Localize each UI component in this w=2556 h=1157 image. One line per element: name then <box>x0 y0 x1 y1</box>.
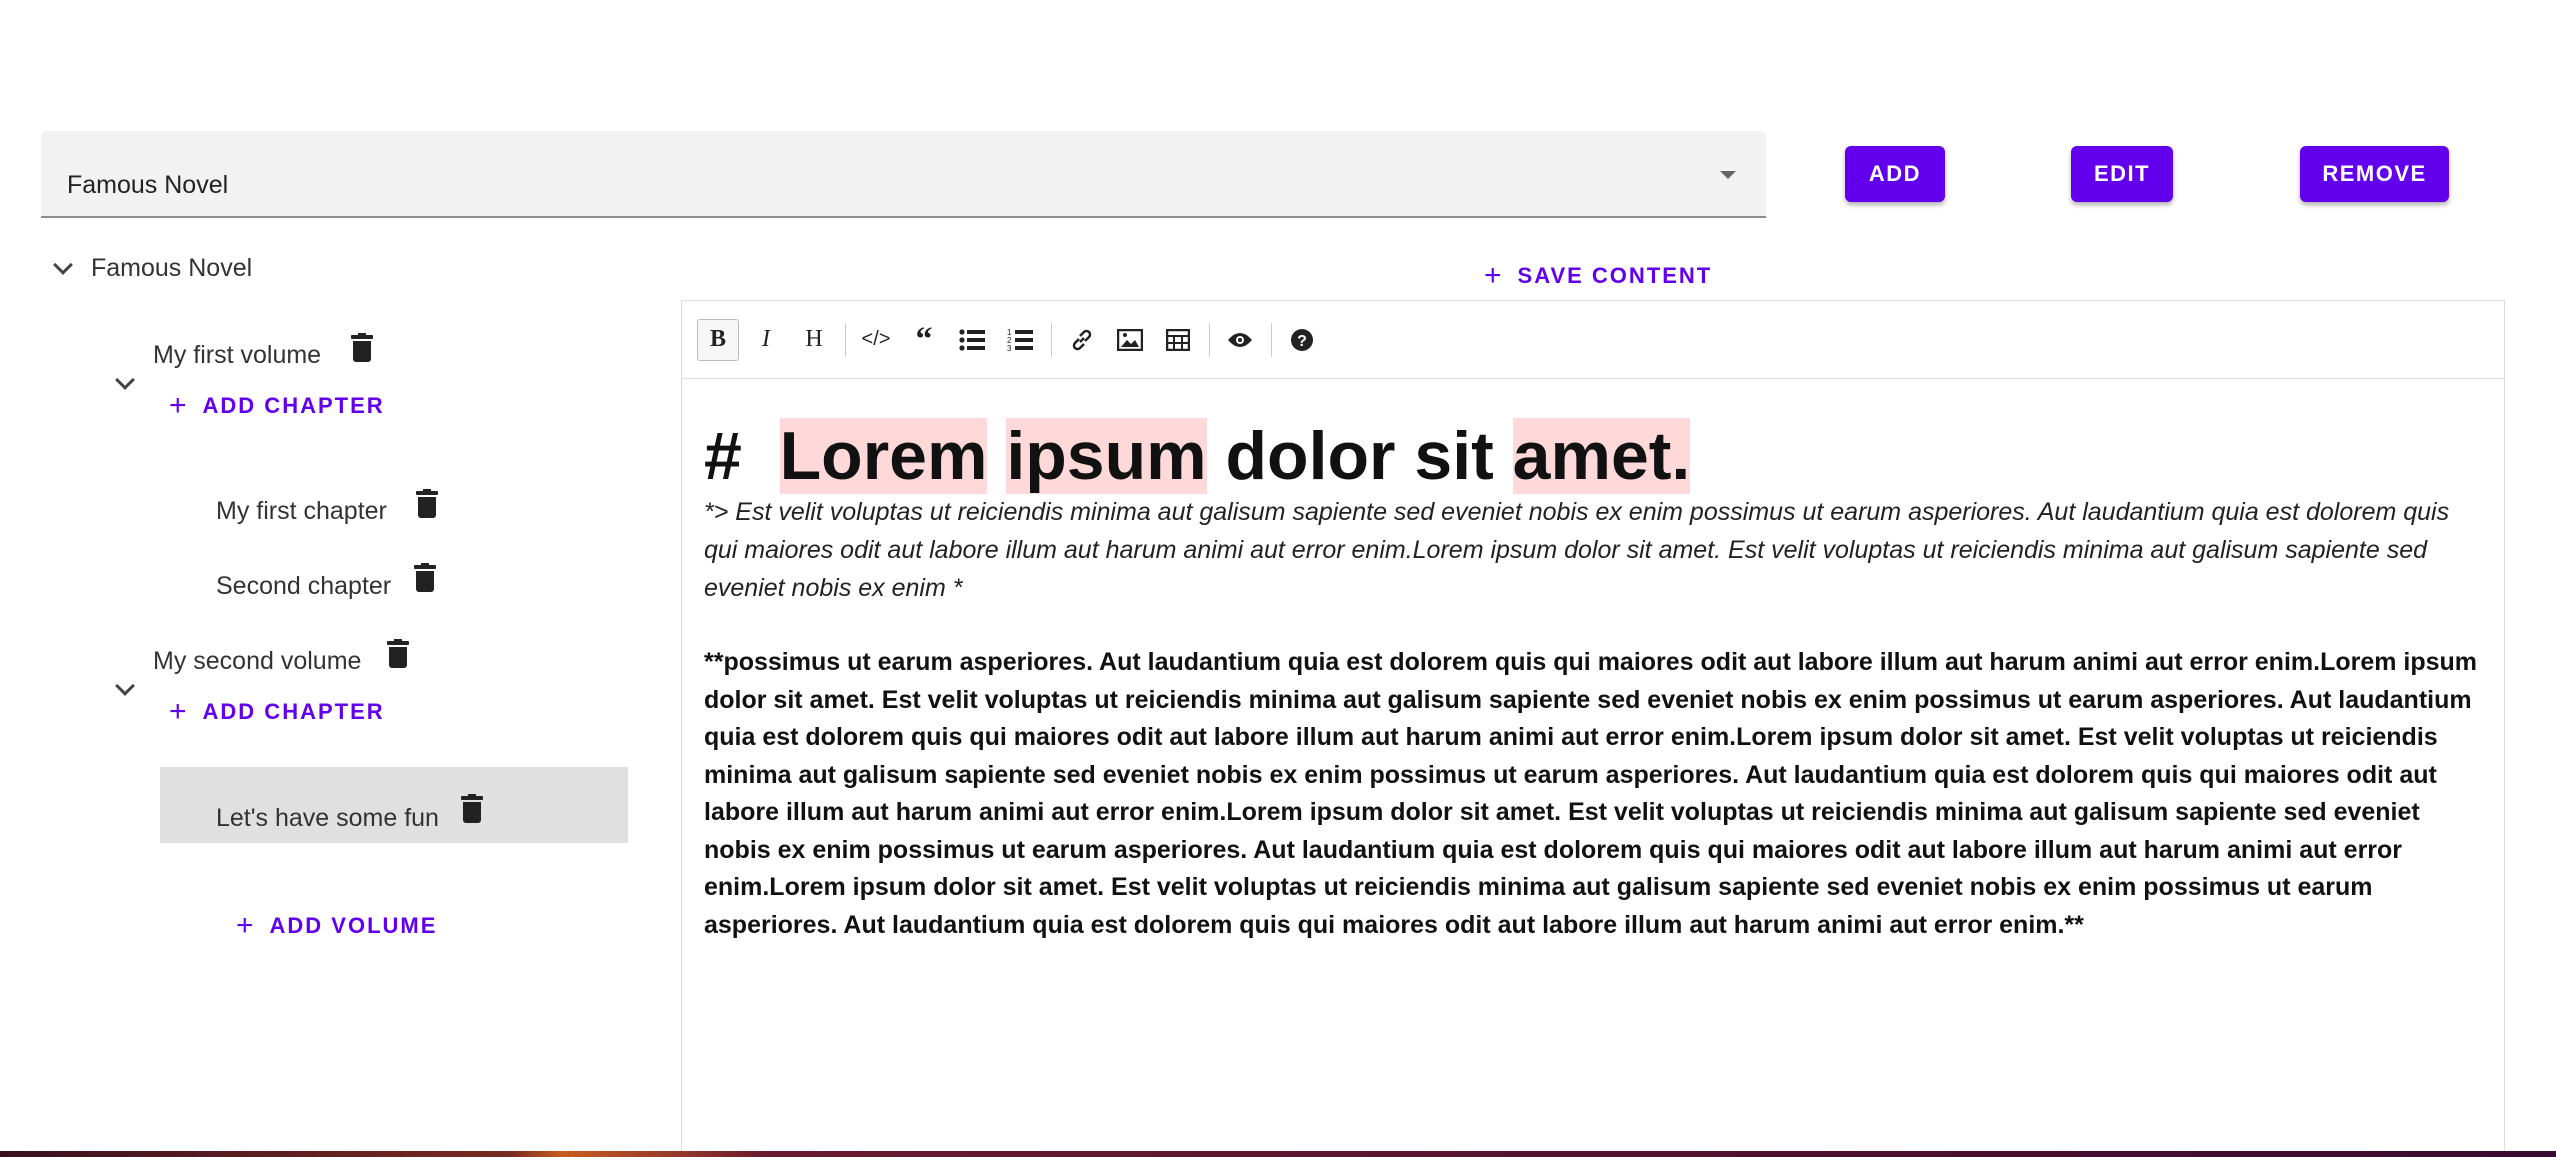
heading-icon[interactable]: H <box>793 319 835 361</box>
code-icon[interactable]: </> <box>855 319 897 361</box>
chapter-item[interactable]: Second chapter <box>216 572 391 601</box>
markdown-heading: # Lorem ipsum dolor sit amet. <box>704 411 2484 501</box>
markdown-quote: *> Est velit voluptas ut reiciendis mini… <box>704 498 2450 602</box>
toolbar-divider <box>845 322 846 357</box>
tree-root-label[interactable]: Famous Novel <box>91 254 252 283</box>
table-icon[interactable] <box>1157 319 1199 361</box>
add-button[interactable]: ADD <box>1845 146 1945 202</box>
quote-icon[interactable]: “ <box>903 319 945 361</box>
volume-title[interactable]: My first volume <box>153 341 321 370</box>
chapter-item[interactable]: My first chapter <box>216 497 387 526</box>
dropdown-arrow-icon[interactable] <box>1720 171 1736 179</box>
save-content-button[interactable]: + SAVE CONTENT <box>1484 261 1712 291</box>
plus-icon: + <box>169 389 189 422</box>
plus-icon: + <box>1484 259 1504 292</box>
add-chapter-button[interactable]: + ADD CHAPTER <box>169 391 385 421</box>
help-icon[interactable]: ? <box>1281 319 1323 361</box>
svg-text:?: ? <box>1297 333 1307 350</box>
heading-word: sit <box>1414 418 1494 494</box>
add-volume-button[interactable]: + ADD VOLUME <box>236 911 437 941</box>
heading-word: Lorem <box>779 418 988 494</box>
editor-content[interactable]: # Lorem ipsum dolor sit amet. *> Est vel… <box>704 411 2484 944</box>
save-content-label: SAVE CONTENT <box>1517 263 1713 288</box>
delete-chapter-icon[interactable] <box>461 794 483 824</box>
add-chapter-label: ADD CHAPTER <box>202 699 385 724</box>
chapter-item[interactable]: Let's have some fun <box>216 804 439 833</box>
toolbar-divider <box>1209 322 1210 357</box>
remove-button[interactable]: REMOVE <box>2300 146 2449 202</box>
novel-select-value: Famous Novel <box>67 171 229 199</box>
link-icon[interactable] <box>1061 319 1103 361</box>
chevron-down-icon[interactable] <box>115 676 135 696</box>
novel-select[interactable]: Famous Novel <box>41 131 1766 218</box>
markdown-bold-paragraph: **possimus ut earum asperiores. Aut laud… <box>704 648 2478 939</box>
taskbar-edge <box>0 1151 2556 1157</box>
edit-button[interactable]: EDIT <box>2071 146 2173 202</box>
markdown-editor[interactable]: B I H </> “ 123 ? # Lorem ipsum dolor si… <box>681 300 2505 1157</box>
toolbar-divider <box>1271 322 1272 357</box>
delete-volume-icon[interactable] <box>351 333 373 363</box>
unordered-list-icon[interactable] <box>951 319 993 361</box>
ordered-list-icon[interactable]: 123 <box>999 319 1041 361</box>
editor-toolbar: B I H </> “ 123 ? <box>682 301 2504 379</box>
add-volume-label: ADD VOLUME <box>269 913 438 938</box>
chevron-down-icon[interactable] <box>53 255 73 275</box>
add-chapter-label: ADD CHAPTER <box>202 393 385 418</box>
svg-text:3: 3 <box>1007 344 1012 352</box>
heading-word: amet. <box>1512 418 1691 494</box>
preview-eye-icon[interactable] <box>1219 319 1261 361</box>
delete-chapter-icon[interactable] <box>416 489 438 519</box>
heading-word: ipsum <box>1006 418 1207 494</box>
chevron-down-icon[interactable] <box>115 370 135 390</box>
heading-marker: # <box>704 418 742 494</box>
plus-icon: + <box>169 695 189 728</box>
heading-word: dolor <box>1225 418 1396 494</box>
delete-volume-icon[interactable] <box>387 639 409 669</box>
volume-title[interactable]: My second volume <box>153 647 361 676</box>
image-icon[interactable] <box>1109 319 1151 361</box>
add-chapter-button[interactable]: + ADD CHAPTER <box>169 697 385 727</box>
delete-chapter-icon[interactable] <box>414 563 436 593</box>
plus-icon: + <box>236 909 256 942</box>
app: Famous Novel ADD EDIT REMOVE + SAVE CONT… <box>0 0 2556 1157</box>
toolbar-divider <box>1051 322 1052 357</box>
bold-icon[interactable]: B <box>697 318 739 361</box>
italic-icon[interactable]: I <box>745 319 787 361</box>
